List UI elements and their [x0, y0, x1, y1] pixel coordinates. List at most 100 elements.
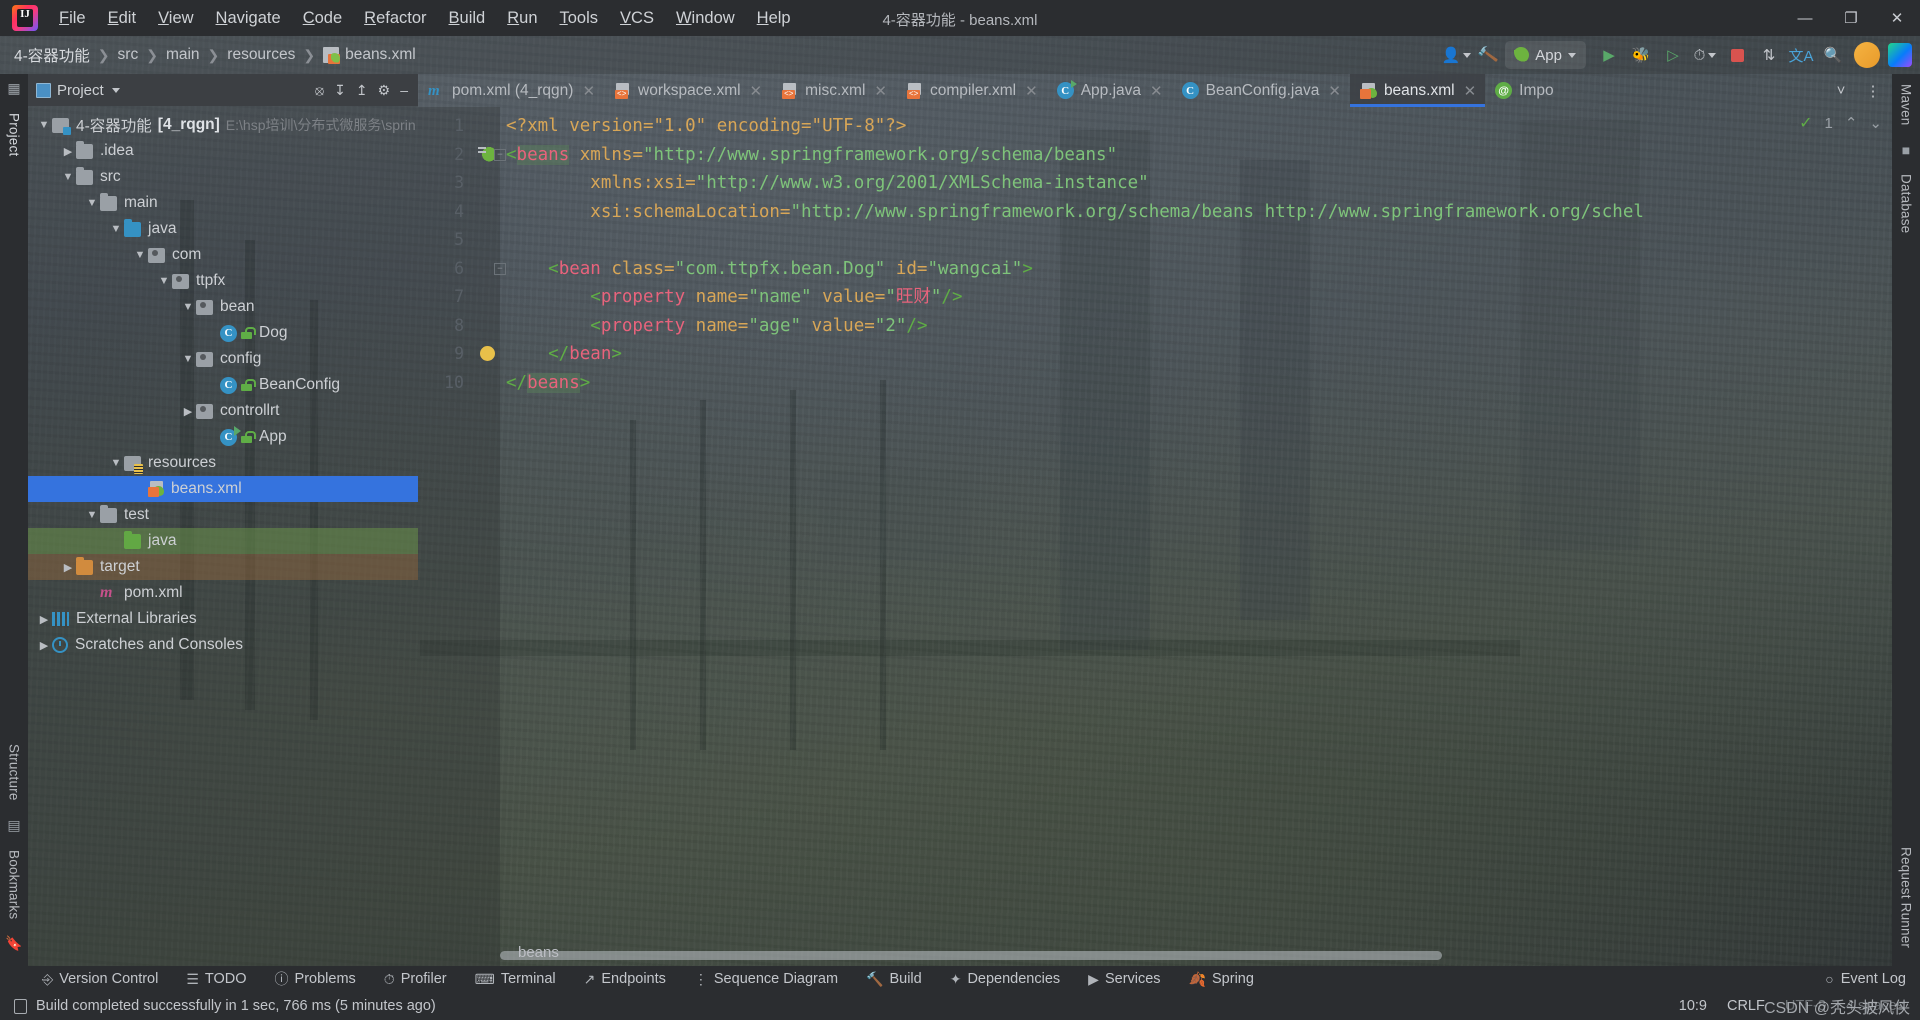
tree-node-src[interactable]: ▼ src: [28, 164, 418, 190]
minimize-button[interactable]: —: [1782, 0, 1828, 36]
line-separator[interactable]: CRLF: [1727, 998, 1765, 1014]
event-log-button[interactable]: ○ Event Log: [1825, 971, 1920, 987]
tool-window-spring[interactable]: 🍂 Spring: [1175, 971, 1268, 988]
inspection-widget[interactable]: ✓ 1 ⌃ ⌄: [1799, 113, 1882, 133]
account-avatar[interactable]: [1854, 42, 1880, 68]
editor-breadcrumb-label[interactable]: beans: [518, 944, 559, 961]
menu-help[interactable]: Help: [746, 5, 802, 32]
build-hammer-icon[interactable]: 🔨: [1471, 37, 1507, 73]
editor-tab-compiler-xml[interactable]: <> compiler.xml ✕: [896, 74, 1047, 107]
tool-window-version-control[interactable]: ⎆ Version Control: [28, 971, 172, 988]
run-icon[interactable]: ▶: [1594, 40, 1624, 70]
close-tab-icon[interactable]: ✕: [1150, 82, 1163, 100]
sidebar-item-project[interactable]: Project: [7, 103, 22, 166]
tree-node-target[interactable]: ▶ target: [28, 554, 418, 580]
menu-navigate[interactable]: Navigate: [205, 5, 292, 32]
tree-node-app[interactable]: C App: [28, 424, 418, 450]
collapse-all-icon[interactable]: ↥: [356, 82, 368, 99]
menu-refactor[interactable]: Refactor: [353, 5, 437, 32]
tree-node-config[interactable]: ▼ config: [28, 346, 418, 372]
chevron-right-icon[interactable]: ▶: [36, 639, 52, 652]
editor-tab-app-java[interactable]: C App.java ✕: [1047, 74, 1172, 107]
sidebar-item-request-runner[interactable]: Request Runner: [1899, 837, 1914, 958]
close-tab-icon[interactable]: ✕: [1328, 82, 1341, 100]
editor-tab-beans-xml[interactable]: beans.xml ✕: [1349, 74, 1486, 107]
chevron-down-icon[interactable]: ▼: [84, 509, 100, 521]
close-tab-icon[interactable]: ✕: [750, 82, 763, 100]
breadcrumb-src[interactable]: src: [118, 46, 139, 64]
maximize-button[interactable]: ❐: [1828, 0, 1874, 36]
translate-icon[interactable]: 文A: [1786, 40, 1816, 70]
chevron-down-icon[interactable]: [111, 87, 120, 93]
chevron-down-icon[interactable]: ▼: [108, 223, 124, 235]
code-content[interactable]: 1 <?xml version="1.0" encoding="UTF-8"?> 2…: [418, 107, 1892, 966]
tool-window-problems[interactable]: ⓘ Problems: [261, 969, 370, 989]
expand-all-icon[interactable]: ↧: [334, 82, 346, 99]
select-opened-file-icon[interactable]: ⦻: [315, 82, 324, 99]
editor-tab-impo[interactable]: @ Impo: [1485, 74, 1562, 107]
profiler-icon[interactable]: ⏱: [1690, 40, 1720, 70]
menu-run[interactable]: Run: [496, 5, 548, 32]
updates-icon[interactable]: ⇅: [1754, 40, 1784, 70]
tree-node-java[interactable]: java: [28, 528, 418, 554]
chevron-right-icon[interactable]: ▶: [180, 405, 196, 418]
settings-sync-icon[interactable]: 👤: [1441, 40, 1472, 70]
sidebar-item-maven[interactable]: Maven: [1899, 74, 1914, 136]
close-tab-icon[interactable]: ✕: [1464, 82, 1477, 100]
menu-build[interactable]: Build: [438, 5, 497, 32]
tool-window-profiler[interactable]: ⏱ Profiler: [370, 971, 461, 988]
chevron-down-icon[interactable]: ▼: [132, 249, 148, 261]
tree-node-test[interactable]: ▼ test: [28, 502, 418, 528]
tree-node-beans-xml[interactable]: beans.xml: [28, 476, 418, 502]
chevron-down-icon[interactable]: ▼: [180, 353, 196, 365]
menu-window[interactable]: Window: [665, 5, 746, 32]
spring-bean-gutter-icon[interactable]: [478, 146, 494, 163]
editor-tab-workspace-xml[interactable]: <> workspace.xml ✕: [604, 74, 771, 107]
tree-node-beanconfig[interactable]: C BeanConfig: [28, 372, 418, 398]
editor-tab-misc-xml[interactable]: <> misc.xml ✕: [771, 74, 896, 107]
more-options-icon[interactable]: ⋮: [1858, 76, 1888, 106]
sidebar-item-bookmarks[interactable]: Bookmarks: [7, 840, 22, 929]
code-fold-icon[interactable]: −: [494, 148, 506, 161]
breadcrumb-beans-xml[interactable]: beans.xml: [345, 46, 416, 64]
chevron-down-icon[interactable]: ▼: [108, 457, 124, 469]
tree-node-resources[interactable]: ▼ resources: [28, 450, 418, 476]
close-tab-icon[interactable]: ✕: [582, 82, 595, 100]
intention-bulb-icon[interactable]: [480, 346, 495, 361]
tree-node-dog[interactable]: C Dog: [28, 320, 418, 346]
menu-code[interactable]: Code: [292, 5, 353, 32]
run-with-coverage-icon[interactable]: ▷: [1658, 40, 1688, 70]
editor-tab-pom-xml-4-rqgn-[interactable]: m pom.xml (4_rqgn) ✕: [418, 74, 604, 107]
tool-window-build[interactable]: 🔨 Build: [852, 971, 936, 988]
tool-window-dependencies[interactable]: ✦ Dependencies: [936, 971, 1074, 988]
chevron-down-icon[interactable]: ▼: [60, 171, 76, 183]
tree-node-scratches-and-consoles[interactable]: ▶ Scratches and Consoles: [28, 632, 418, 658]
close-button[interactable]: ✕: [1874, 0, 1920, 36]
editor-tab-beanconfig-java[interactable]: C BeanConfig.java ✕: [1172, 74, 1350, 107]
tree-node-bean[interactable]: ▼ bean: [28, 294, 418, 320]
hide-icon[interactable]: –: [400, 82, 408, 98]
tree-node-external-libraries[interactable]: ▶ External Libraries: [28, 606, 418, 632]
chevron-right-icon[interactable]: ▶: [60, 145, 76, 158]
status-message[interactable]: Build completed successfully in 1 sec, 7…: [36, 998, 436, 1014]
ide-services-icon[interactable]: [1888, 43, 1912, 67]
menu-edit[interactable]: Edit: [97, 5, 147, 32]
next-highlight-icon[interactable]: ⌄: [1869, 114, 1882, 132]
stop-icon[interactable]: [1722, 40, 1752, 70]
chevron-down-icon[interactable]: ▼: [156, 275, 172, 287]
tree-node-main[interactable]: ▼ main: [28, 190, 418, 216]
tool-window-endpoints[interactable]: ↗ Endpoints: [570, 971, 680, 988]
tree-node-pom-xml[interactable]: m pom.xml: [28, 580, 418, 606]
breadcrumb-resources[interactable]: resources: [227, 46, 295, 64]
tree-node-controllrt[interactable]: ▶ controllrt: [28, 398, 418, 424]
breadcrumb-project[interactable]: 4-容器功能: [14, 44, 90, 66]
chevron-down-icon[interactable]: ▼: [180, 301, 196, 313]
menu-vcs[interactable]: VCS: [609, 5, 665, 32]
search-everywhere-icon[interactable]: 🔍: [1818, 40, 1848, 70]
tree-node-java[interactable]: ▼ java: [28, 216, 418, 242]
tool-window-terminal[interactable]: ⌨ Terminal: [461, 971, 570, 988]
sidebar-item-structure[interactable]: Structure: [7, 734, 22, 811]
run-configuration-selector[interactable]: App: [1505, 41, 1586, 69]
chevron-right-icon[interactable]: ▶: [36, 613, 52, 626]
menu-view[interactable]: View: [147, 5, 204, 32]
